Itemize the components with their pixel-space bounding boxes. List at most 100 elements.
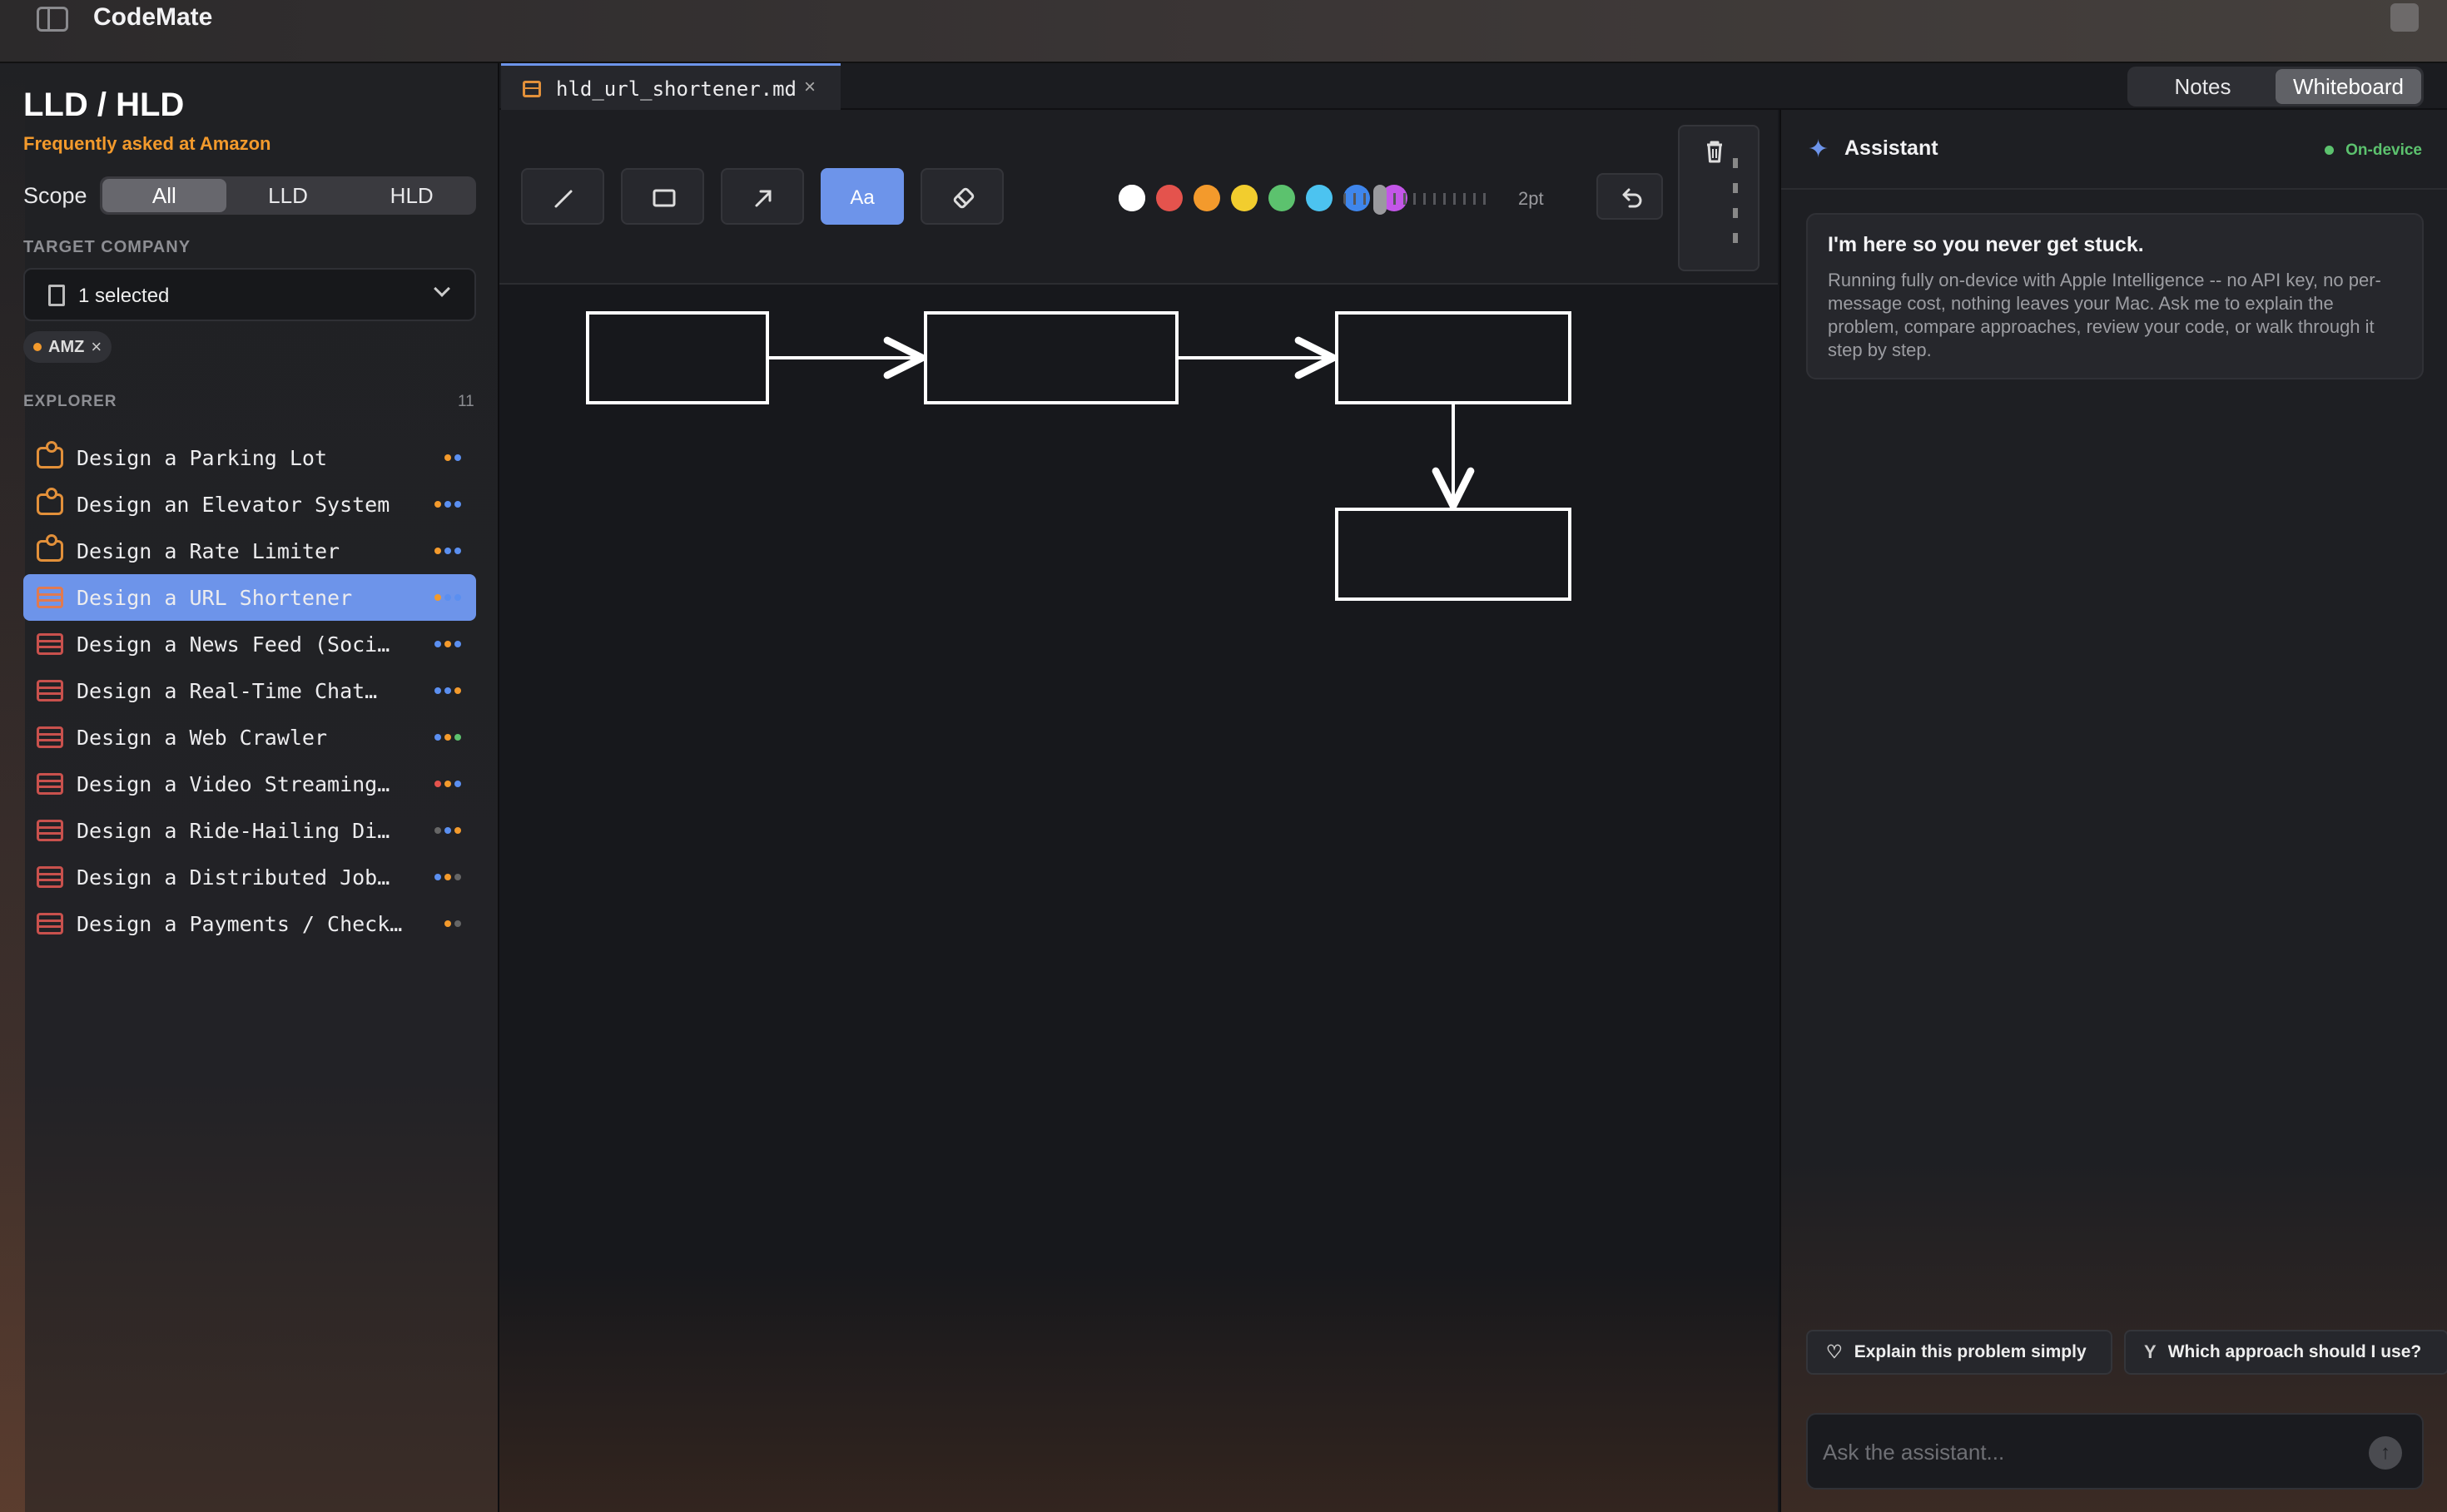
explorer-item-label: Design a URL Shortener — [77, 585, 353, 610]
chip-remove-icon[interactable]: × — [91, 336, 102, 358]
tag-dots — [444, 920, 461, 927]
suggestion-approach-button[interactable]: Y Which approach should I use? — [2124, 1330, 2447, 1375]
status-badge: On-device — [2325, 141, 2422, 160]
tag-dots — [434, 594, 461, 601]
tag-dots — [434, 687, 461, 694]
suggestion-explain-button[interactable]: ♡ Explain this problem simply — [1806, 1330, 2112, 1375]
scope-option-all[interactable]: All — [102, 179, 226, 212]
tag-dots — [434, 734, 461, 741]
system-design-icon — [37, 820, 63, 841]
sidebar-title: LLD / HLD — [23, 87, 185, 123]
explorer-item[interactable]: Design a Rate Limiter — [23, 528, 476, 574]
diagram-box-1[interactable] — [586, 311, 769, 404]
scope-option-hld[interactable]: HLD — [350, 179, 474, 212]
suggestion-label: Which approach should I use? — [2167, 1342, 2422, 1361]
assistant-input[interactable] — [1823, 1433, 2355, 1471]
explorer-item[interactable]: Design a Parking Lot — [23, 434, 476, 481]
tag-dot — [444, 874, 451, 880]
company-chip: AMZ × — [23, 331, 112, 363]
tag-dot — [454, 734, 461, 741]
explorer-item-label: Design a Rate Limiter — [77, 538, 340, 563]
tab-hld-url-shortener[interactable]: hld_url_shortener.md × — [501, 63, 841, 110]
text-tool-button[interactable]: Aa — [821, 168, 904, 225]
explorer-item[interactable]: Design a Video Streaming… — [23, 761, 476, 807]
tag-dot — [444, 454, 451, 461]
tag-dot — [454, 827, 461, 834]
tag-dot — [434, 548, 441, 554]
trash-icon[interactable] — [1703, 138, 1726, 165]
tag-dots — [434, 874, 461, 880]
stroke-size-slider[interactable] — [1343, 185, 1493, 215]
tag-dot — [444, 687, 451, 694]
explorer-item[interactable]: Design a Real-Time Chat… — [23, 667, 476, 714]
tag-dot — [444, 641, 451, 647]
tag-dot — [454, 594, 461, 601]
tag-dots — [434, 641, 461, 647]
explorer-item[interactable]: Design a Web Crawler — [23, 714, 476, 761]
tag-dot — [454, 874, 461, 880]
color-swatch[interactable] — [1268, 185, 1295, 211]
sidebar-toggle-icon[interactable] — [37, 7, 68, 32]
target-company-select[interactable]: 1 selected — [23, 268, 476, 321]
tag-dot — [454, 548, 461, 554]
undo-icon — [1622, 188, 1642, 208]
diagram-box-2[interactable] — [924, 311, 1179, 404]
new-window-icon[interactable] — [2390, 3, 2419, 32]
explorer-item[interactable]: Design a Payments / Check… — [23, 900, 476, 947]
explorer-item-label: Design a Ride-Hailing Di… — [77, 818, 390, 843]
view-toggle: Notes Whiteboard — [2127, 67, 2424, 107]
tag-dot — [454, 920, 461, 927]
rectangle-tool-button[interactable] — [621, 168, 704, 225]
chevron-down-icon — [434, 280, 450, 297]
tag-dot — [454, 687, 461, 694]
color-swatch[interactable] — [1156, 185, 1183, 211]
explorer-item[interactable]: Design a Ride-Hailing Di… — [23, 807, 476, 854]
tab-close-icon[interactable]: × — [804, 76, 816, 99]
tag-dot — [444, 827, 451, 834]
tag-dot — [434, 641, 441, 647]
send-icon[interactable]: ↑ — [2369, 1436, 2402, 1470]
color-swatch[interactable] — [1194, 185, 1220, 211]
whiteboard-tab[interactable]: Whiteboard — [2276, 69, 2421, 104]
system-design-icon — [37, 680, 63, 701]
arrow-tool-button[interactable] — [721, 168, 804, 225]
tag-dot — [454, 781, 461, 787]
explorer-item[interactable]: Design a News Feed (Soci… — [23, 621, 476, 667]
explorer-count: 11 — [458, 393, 474, 410]
tag-dots — [434, 501, 461, 508]
app-title: CodeMate — [93, 3, 213, 31]
color-swatch[interactable] — [1306, 185, 1333, 211]
title-bar: CodeMate — [0, 0, 2447, 63]
assistant-title: Assistant — [1844, 136, 1938, 160]
pen-tool-button[interactable] — [521, 168, 604, 225]
tag-dot — [444, 734, 451, 741]
clear-panel — [1678, 125, 1760, 271]
eraser-tool-button[interactable] — [921, 168, 1004, 225]
assistant-panel: ✦ Assistant On-device I'm here so you ne… — [1779, 110, 2447, 1512]
suggestion-label: Explain this problem simply — [1854, 1342, 2087, 1361]
scope-option-lld[interactable]: LLD — [226, 179, 350, 212]
explorer-item[interactable]: Design a URL Shortener — [23, 574, 476, 621]
diagram-box-4[interactable] — [1335, 508, 1571, 601]
tag-dots — [444, 454, 461, 461]
slider-thumb[interactable] — [1373, 185, 1387, 215]
notes-tab[interactable]: Notes — [2130, 69, 2276, 104]
truncated-text — [1733, 158, 1738, 258]
explorer-item[interactable]: Design a Distributed Job… — [23, 854, 476, 900]
color-swatch[interactable] — [1119, 185, 1145, 211]
undo-button[interactable] — [1596, 173, 1663, 220]
color-swatch[interactable] — [1231, 185, 1258, 211]
explorer-item-label: Design an Elevator System — [77, 492, 390, 517]
tag-dot — [434, 874, 441, 880]
explorer-label: EXPLORER — [23, 393, 117, 410]
message-body: Running fully on-device with Apple Intel… — [1828, 270, 2381, 360]
system-design-icon — [37, 866, 63, 888]
tag-dot — [434, 594, 441, 601]
assistant-input-box: ↑ — [1806, 1413, 2424, 1490]
assistant-message: I'm here so you never get stuck. Running… — [1806, 213, 2424, 379]
tag-dot — [444, 594, 451, 601]
whiteboard-canvas[interactable] — [499, 285, 1778, 1512]
diagram-box-3[interactable] — [1335, 311, 1571, 404]
system-design-icon — [37, 773, 63, 795]
explorer-item[interactable]: Design an Elevator System — [23, 481, 476, 528]
